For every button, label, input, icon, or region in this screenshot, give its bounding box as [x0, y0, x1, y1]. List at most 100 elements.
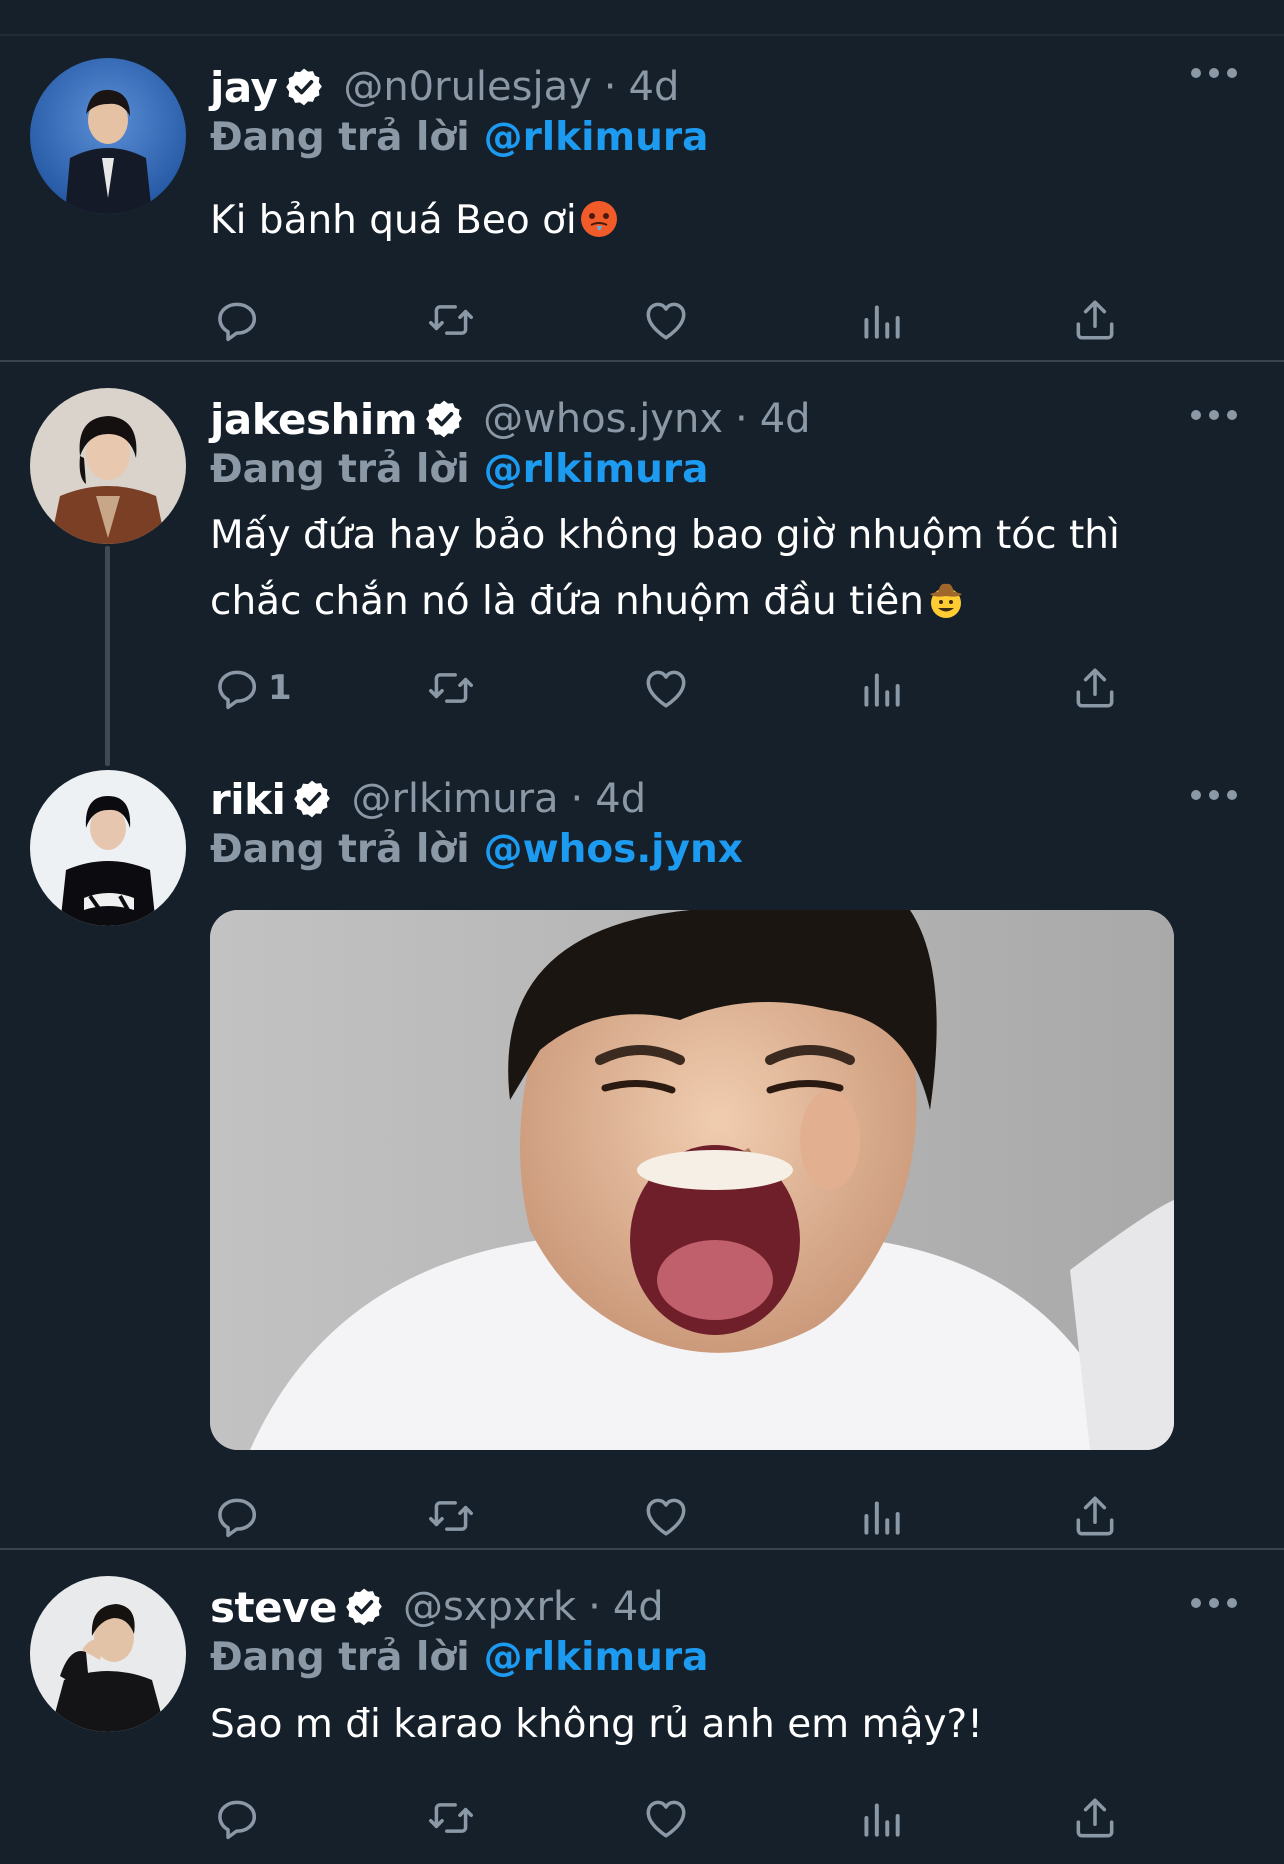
more-icon[interactable] — [1184, 1588, 1244, 1618]
reply-button[interactable] — [212, 1486, 262, 1546]
action-bar: 1 — [0, 658, 1284, 718]
reply-icon — [212, 1793, 262, 1843]
like-icon — [641, 663, 691, 713]
replying-to: Đang trả lời @rlkimura — [210, 1632, 708, 1682]
tweet-jakeshim[interactable]: jakeshim @whos.jynx · 4d Đang trả lời @r… — [0, 362, 1284, 762]
tweet-text: Sao m đi karao không rủ anh em mậy?! — [210, 1692, 1190, 1758]
separator-dot: · — [603, 64, 617, 110]
retweet-icon — [426, 1491, 476, 1541]
share-button[interactable] — [1070, 1788, 1120, 1848]
reply-target-link[interactable]: @rlkimura — [484, 447, 709, 492]
tweet-text: Mấy đứa hay bảo không bao giờ nhuộm tóc … — [210, 503, 1190, 635]
display-name[interactable]: jakeshim — [210, 395, 418, 444]
verified-icon — [283, 66, 325, 108]
reply-icon — [212, 663, 262, 713]
reply-target-link[interactable]: @rlkimura — [484, 115, 709, 160]
handle[interactable]: @sxpxrk — [403, 1584, 576, 1630]
reply-button[interactable]: 1 — [212, 658, 292, 718]
tweet-text-content: Ki bảnh quá Beo ơi — [210, 198, 577, 243]
share-button[interactable] — [1070, 290, 1120, 350]
replying-to-label: Đang trả lời — [210, 446, 470, 492]
tweet-header: riki @rlkimura · 4d — [210, 774, 646, 824]
timestamp[interactable]: 4d — [613, 1584, 664, 1630]
tweet-media-image[interactable] — [210, 910, 1174, 1450]
retweet-icon — [426, 1793, 476, 1843]
share-icon — [1070, 1793, 1120, 1843]
avatar[interactable] — [30, 58, 186, 214]
retweet-button[interactable] — [426, 1486, 476, 1546]
reply-feed: jay @n0rulesjay · 4d Đang trả lời @rlkim… — [0, 0, 1284, 1864]
more-icon[interactable] — [1184, 780, 1244, 810]
tweet-riki[interactable]: riki @rlkimura · 4d Đang trả lời @whos.j… — [0, 762, 1284, 1550]
cowboy-face-emoji — [929, 583, 962, 618]
verified-icon — [291, 778, 333, 820]
like-button[interactable] — [641, 1486, 691, 1546]
reply-target-link[interactable]: @whos.jynx — [484, 827, 743, 872]
replying-to-label: Đang trả lời — [210, 114, 470, 160]
tweet-header: jay @n0rulesjay · 4d — [210, 62, 679, 112]
retweet-icon — [426, 663, 476, 713]
replying-to: Đang trả lời @whos.jynx — [210, 824, 743, 874]
share-icon — [1070, 1491, 1120, 1541]
analytics-icon — [856, 663, 906, 713]
analytics-icon — [856, 1491, 906, 1541]
like-icon — [641, 1491, 691, 1541]
share-button[interactable] — [1070, 658, 1120, 718]
analytics-button[interactable] — [856, 1486, 906, 1546]
retweet-button[interactable] — [426, 658, 476, 718]
tweet-text-content: Mấy đứa hay bảo không bao giờ nhuộm tóc … — [210, 513, 1120, 624]
reply-count: 1 — [268, 668, 292, 708]
replying-to-label: Đang trả lời — [210, 826, 470, 872]
tweet-header: jakeshim @whos.jynx · 4d — [210, 394, 811, 444]
retweet-icon — [426, 295, 476, 345]
avatar[interactable] — [30, 770, 186, 926]
action-bar — [0, 1486, 1284, 1546]
action-bar — [0, 1788, 1284, 1848]
like-button[interactable] — [641, 1788, 691, 1848]
reply-icon — [212, 1491, 262, 1541]
analytics-button[interactable] — [856, 1788, 906, 1848]
replying-to: Đang trả lời @rlkimura — [210, 112, 708, 162]
separator-dot: · — [735, 396, 748, 442]
reply-button[interactable] — [212, 1788, 262, 1848]
analytics-icon — [856, 1793, 906, 1843]
like-icon — [641, 295, 691, 345]
timestamp[interactable]: 4d — [760, 396, 811, 442]
like-button[interactable] — [641, 290, 691, 350]
avatar[interactable] — [30, 388, 186, 544]
tweet-steve[interactable]: steve @sxpxrk · 4d Đang trả lời @rlkimur… — [0, 1550, 1284, 1864]
display-name[interactable]: steve — [210, 1583, 337, 1632]
reply-button[interactable] — [212, 290, 262, 350]
avatar[interactable] — [30, 1576, 186, 1732]
more-icon[interactable] — [1184, 400, 1244, 430]
analytics-icon — [856, 295, 906, 345]
hot-face-emoji — [580, 201, 617, 237]
timestamp[interactable]: 4d — [629, 64, 680, 110]
handle[interactable]: @n0rulesjay — [343, 64, 591, 110]
verified-icon — [423, 398, 465, 440]
like-button[interactable] — [641, 658, 691, 718]
reply-target-link[interactable]: @rlkimura — [484, 1635, 709, 1680]
tweet-text-content: Sao m đi karao không rủ anh em mậy?! — [210, 1702, 983, 1747]
timestamp[interactable]: 4d — [595, 776, 646, 822]
verified-icon — [343, 1586, 385, 1628]
retweet-button[interactable] — [426, 1788, 476, 1848]
analytics-button[interactable] — [856, 290, 906, 350]
like-icon — [641, 1793, 691, 1843]
handle[interactable]: @whos.jynx — [483, 396, 723, 442]
reply-icon — [212, 295, 262, 345]
more-icon[interactable] — [1184, 58, 1244, 88]
handle[interactable]: @rlkimura — [351, 776, 558, 822]
display-name[interactable]: riki — [210, 775, 286, 824]
separator-dot: · — [570, 776, 584, 822]
display-name[interactable]: jay — [210, 63, 278, 112]
photo-of-laughing-person — [210, 910, 1174, 1450]
analytics-button[interactable] — [856, 658, 906, 718]
share-icon — [1070, 663, 1120, 713]
share-icon — [1070, 295, 1120, 345]
retweet-button[interactable] — [426, 290, 476, 350]
share-button[interactable] — [1070, 1486, 1120, 1546]
replying-to-label: Đang trả lời — [210, 1634, 470, 1680]
tweet-jay[interactable]: jay @n0rulesjay · 4d Đang trả lời @rlkim… — [0, 36, 1284, 362]
tweet-header: steve @sxpxrk · 4d — [210, 1582, 664, 1632]
